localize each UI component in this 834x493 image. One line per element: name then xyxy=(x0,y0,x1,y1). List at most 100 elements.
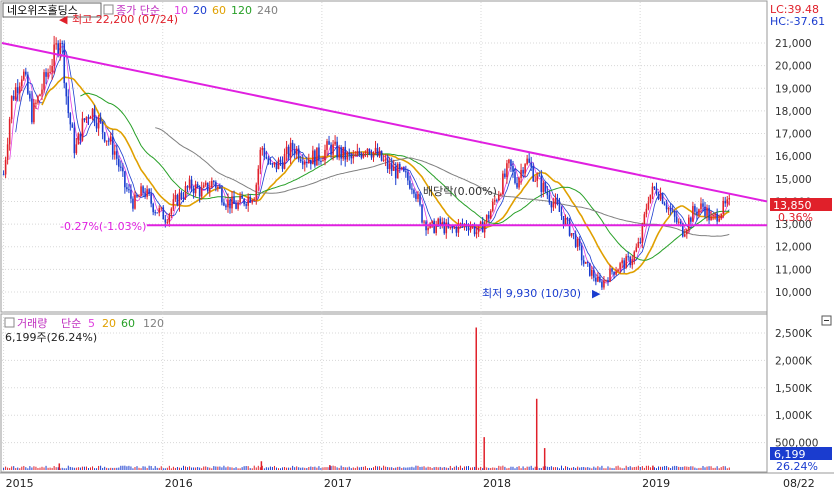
candle-body xyxy=(73,127,76,154)
candle-body xyxy=(89,117,92,119)
candle-body xyxy=(593,269,595,278)
candle-body xyxy=(702,203,704,207)
candle-body xyxy=(566,218,569,220)
candle-body xyxy=(653,186,656,189)
candle-body xyxy=(122,167,124,172)
volume-toggle-icon[interactable] xyxy=(4,317,15,328)
candle-body xyxy=(297,148,300,160)
candle-body xyxy=(690,217,692,222)
time-tick-label: 2015 xyxy=(6,477,34,490)
candle-body xyxy=(198,187,201,197)
support-label: -0.27%(-1.03%) xyxy=(60,220,146,233)
candle-body xyxy=(156,212,159,214)
candle-body xyxy=(164,219,167,223)
candle-body xyxy=(683,234,686,237)
candle-body xyxy=(633,251,636,261)
candle-body xyxy=(61,43,64,45)
candle-body xyxy=(77,133,80,145)
candle-body xyxy=(25,71,27,75)
candle-body xyxy=(698,209,700,215)
price-axis: 10,00011,00012,00013,00014,00015,00016,0… xyxy=(775,38,812,299)
candle-body xyxy=(65,83,68,97)
hc-badge: HC:-37.61 xyxy=(770,15,825,28)
candle-body xyxy=(221,188,223,203)
candle-body xyxy=(97,117,100,129)
candle-body xyxy=(208,187,211,192)
candle-body xyxy=(639,241,642,243)
candle-body xyxy=(101,121,104,133)
candle-body xyxy=(554,198,557,203)
candle-body xyxy=(477,225,480,233)
candle-body xyxy=(233,196,235,204)
candle-body xyxy=(196,184,199,188)
candle-body xyxy=(584,261,587,264)
candle-body xyxy=(215,181,217,188)
candle-body xyxy=(704,206,706,216)
candle-body xyxy=(8,119,11,145)
candle-body xyxy=(409,180,411,189)
candle-body xyxy=(576,238,579,247)
candle-body xyxy=(176,195,179,206)
candle-body xyxy=(386,159,389,169)
candle-body xyxy=(449,226,452,228)
candle-body xyxy=(706,207,708,216)
candle-body xyxy=(370,153,373,158)
candle-body xyxy=(663,203,666,206)
candle-body xyxy=(506,163,508,177)
price-tick-label: 17,000 xyxy=(775,129,812,141)
candle-body xyxy=(314,150,316,166)
candle-body xyxy=(269,163,272,165)
candle-body xyxy=(225,205,227,208)
volume-tick-label: 2,500K xyxy=(775,328,813,340)
candle-body xyxy=(617,269,619,272)
candle-body xyxy=(603,280,605,288)
candle-body xyxy=(120,166,122,168)
dividend-label: 배당락(0.00%) xyxy=(423,185,497,198)
time-axis: 2015 2016 2017 2018 2019 08/22 xyxy=(6,477,815,490)
candle-body xyxy=(27,74,29,94)
candle-body xyxy=(413,189,415,194)
candle-body xyxy=(540,176,543,192)
candle-body xyxy=(140,186,142,197)
candle-body xyxy=(162,207,165,220)
volume-tick-label: 1,000K xyxy=(775,410,813,422)
candle-body xyxy=(641,223,644,243)
candle-body xyxy=(574,234,577,247)
candle-body xyxy=(47,72,49,77)
vol-ma-period-2: 20 xyxy=(102,317,116,330)
candle-body xyxy=(493,200,496,202)
candle-body xyxy=(722,200,725,214)
candle-body xyxy=(128,189,130,191)
candle-body xyxy=(35,102,37,104)
candle-body xyxy=(85,116,88,121)
volume-tick-label: 1,500K xyxy=(775,383,813,395)
volume-tick-label: 2,000K xyxy=(775,355,813,367)
candle-body xyxy=(716,213,718,222)
stock-chart: 10,00011,00012,00013,00014,00015,00016,0… xyxy=(0,0,834,490)
candle-body xyxy=(398,163,401,169)
candle-body xyxy=(354,155,357,157)
candle-body xyxy=(75,144,78,154)
candle-body xyxy=(382,159,385,161)
candle-body xyxy=(358,150,361,155)
candle-body xyxy=(279,159,282,163)
candle-body xyxy=(261,147,264,150)
candle-body xyxy=(170,208,173,215)
ma-period-5: 240 xyxy=(257,4,278,17)
candle-body xyxy=(310,159,312,165)
candle-body xyxy=(427,227,429,231)
candle-body xyxy=(118,158,120,167)
candle-body xyxy=(126,187,128,190)
candle-body xyxy=(671,211,674,213)
candle-body xyxy=(184,186,187,199)
candle-body xyxy=(239,195,241,203)
low-arrow-icon: ▶ xyxy=(592,287,601,300)
candle-body xyxy=(712,215,714,217)
candle-body xyxy=(475,232,478,235)
candle-body xyxy=(433,220,435,233)
candle-body xyxy=(467,227,470,231)
candle-body xyxy=(144,192,146,197)
time-tick-label: 2018 xyxy=(483,477,511,490)
candle-body xyxy=(558,203,561,212)
candle-body xyxy=(29,93,31,99)
